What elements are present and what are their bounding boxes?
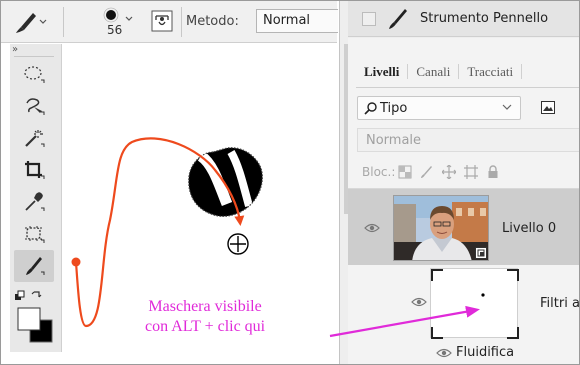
brush-settings-toggle-icon[interactable] [151, 10, 173, 32]
eyedropper-tool[interactable] [14, 186, 54, 218]
mode-select[interactable]: Normal [256, 9, 338, 33]
blend-mode-select[interactable]: Normale [357, 128, 579, 152]
lasso-icon [26, 98, 45, 115]
lock-transparent-pixels-icon[interactable] [398, 165, 412, 179]
brush-panel-checkbox[interactable] [362, 12, 376, 26]
lock-label: Bloc.: [362, 165, 396, 179]
tab-separator [521, 64, 523, 79]
default-colors-icon[interactable] [15, 290, 25, 300]
foreground-color-swatch[interactable] [17, 307, 41, 331]
painted-mask-strokes [188, 147, 263, 217]
tools-panel: » [10, 44, 62, 352]
annotation-text: Maschera visibile con ALT + clic qui [145, 297, 266, 337]
eye-icon[interactable] [364, 222, 380, 234]
crop-tool[interactable] [14, 154, 54, 186]
crop-icon [25, 161, 45, 179]
brush-icon [389, 9, 407, 29]
mask-selection-corners [431, 269, 519, 339]
brush-cursor-icon [227, 233, 249, 255]
frame-tool[interactable] [14, 218, 54, 250]
filter-name-fluidifica[interactable]: Fluidifica [456, 345, 514, 360]
layer-filter-kind: Tipo [380, 101, 408, 116]
chevron-down-icon [502, 104, 512, 110]
annotation-line-2: con ALT + clic qui [145, 318, 266, 335]
magic-wand-icon [25, 130, 45, 147]
smart-filter-mask-thumbnail[interactable] [430, 268, 519, 339]
eyedropper-icon [25, 192, 45, 211]
lasso-tool[interactable] [14, 90, 54, 122]
brush-tool-preset-icon[interactable] [13, 9, 47, 35]
eye-icon[interactable] [411, 296, 427, 308]
swap-colors-icon[interactable] [31, 291, 42, 298]
separator [181, 7, 182, 37]
lock-position-icon[interactable] [442, 165, 456, 179]
lock-all-icon[interactable] [486, 165, 500, 179]
eye-icon[interactable] [436, 347, 452, 359]
layers-panel-tabs: Livelli Canali Tracciati [356, 58, 579, 88]
brush-panel-title: Strumento Pennello [420, 11, 549, 26]
layer-thumbnail[interactable] [393, 195, 489, 261]
image-filter-icon[interactable] [541, 101, 555, 114]
elliptical-marquee-tool[interactable] [14, 58, 54, 90]
lock-artboard-icon[interactable] [464, 165, 478, 179]
separator [63, 7, 64, 37]
options-bar: 56 Metodo: Normal [1, 1, 338, 43]
smart-object-badge-icon [475, 247, 487, 259]
magic-wand-tool[interactable] [14, 122, 54, 154]
toolbar-divider [14, 56, 54, 57]
collapse-toolbar-button[interactable]: » [12, 44, 18, 55]
blend-mode-value: Normale [366, 133, 422, 148]
annotation-line-1: Maschera visibile [148, 298, 262, 315]
frame-icon [25, 226, 45, 243]
color-swatches [14, 290, 58, 352]
smart-filters-label[interactable]: Filtri a [540, 296, 580, 311]
tab-tracciati[interactable]: Tracciati [459, 58, 521, 87]
layer-filter-select[interactable]: Tipo [357, 96, 521, 120]
mode-label: Metodo: [186, 14, 239, 29]
tab-canali[interactable]: Canali [408, 58, 458, 87]
lock-image-pixels-icon[interactable] [420, 165, 434, 179]
search-icon [364, 102, 377, 115]
elliptical-marquee-icon [24, 66, 45, 83]
brush-icon [26, 257, 45, 275]
brush-size-value: 56 [107, 23, 123, 37]
brush-tool[interactable] [14, 250, 54, 282]
layer-name[interactable]: Livello 0 [502, 221, 556, 236]
tab-livelli[interactable]: Livelli [356, 58, 407, 87]
